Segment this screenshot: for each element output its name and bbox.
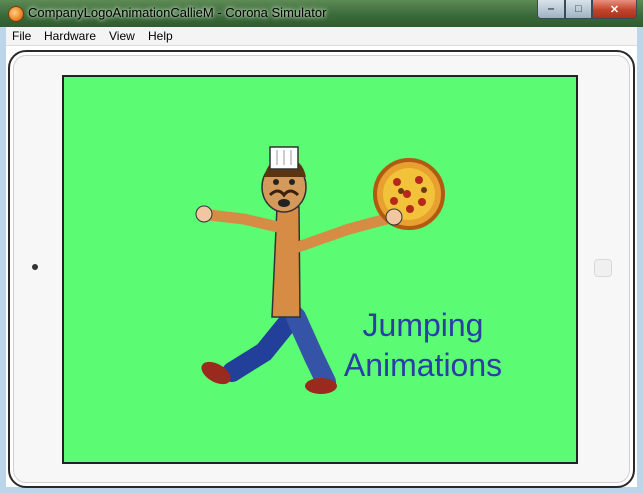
menu-hardware[interactable]: Hardware — [44, 29, 96, 43]
title-bar[interactable]: CompanyLogoAnimationCallieM - Corona Sim… — [0, 0, 643, 27]
menu-view[interactable]: View — [109, 29, 135, 43]
chef-right-leg — [286, 307, 336, 392]
device-camera-icon — [32, 264, 38, 270]
chef-right-hand — [385, 208, 403, 226]
chef-illustration — [195, 146, 445, 394]
app-screen[interactable]: Jumping Animations — [62, 75, 578, 464]
corona-app-icon — [8, 6, 24, 22]
close-button[interactable]: ✕ — [592, 0, 637, 19]
caption-line-2: Animations — [343, 347, 503, 383]
chef-left-shoe — [201, 361, 231, 385]
menu-help[interactable]: Help — [148, 29, 173, 43]
maximize-button[interactable]: □ — [565, 0, 592, 19]
caption-text: Jumping Animations — [328, 305, 518, 385]
chef-left-leg — [222, 305, 304, 382]
window-controls: ‒ □ ✕ — [537, 0, 637, 20]
menu-bar: File Hardware View Help — [6, 27, 637, 46]
simulator-window: CompanyLogoAnimationCallieM - Corona Sim… — [0, 0, 643, 493]
menu-file[interactable]: File — [12, 29, 31, 43]
chef-left-hand — [195, 205, 213, 223]
window-title: CompanyLogoAnimationCallieM - Corona Sim… — [28, 5, 327, 20]
device-home-button[interactable] — [594, 259, 612, 277]
pizza — [373, 158, 445, 230]
minimize-button[interactable]: ‒ — [537, 0, 565, 19]
chef-right-arm — [292, 211, 400, 253]
chef-left-arm — [203, 209, 284, 233]
caption-line-1: Jumping — [362, 307, 484, 343]
